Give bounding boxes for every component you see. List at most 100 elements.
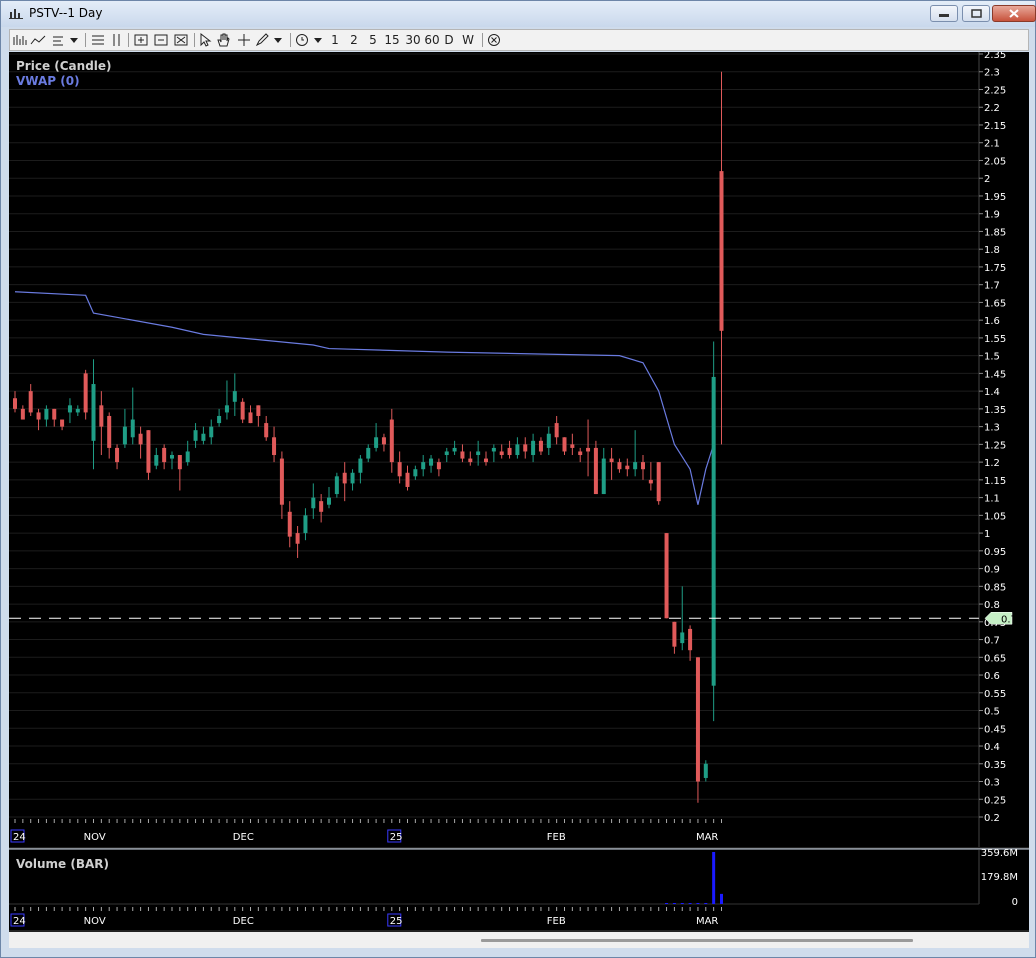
- candle-body: [719, 171, 724, 331]
- price-tick-label: 1.5: [984, 352, 1000, 363]
- time-axis-label: NOV: [84, 916, 106, 927]
- price-tick-label: 2.3: [984, 68, 1000, 79]
- bar-chart-icon[interactable]: [12, 32, 28, 48]
- time-axis-label: DEC: [233, 832, 254, 843]
- scrollbar-thumb[interactable]: [481, 939, 913, 942]
- title-bar[interactable]: PSTV--1 Day: [1, 1, 1036, 27]
- candle: [366, 444, 371, 463]
- candle-body: [342, 472, 347, 484]
- interval-5-button[interactable]: 5: [366, 32, 380, 48]
- candle-body: [421, 462, 426, 470]
- candle-body: [617, 462, 622, 470]
- candle: [303, 508, 308, 541]
- clear-circle-x-icon[interactable]: [486, 32, 502, 48]
- time-axis-label: 24: [13, 832, 26, 843]
- interval-clock-icon[interactable]: [294, 32, 310, 48]
- candle-body: [688, 628, 693, 651]
- candle: [334, 472, 339, 498]
- price-tick-label: 2.15: [984, 121, 1006, 132]
- chart-type-dropdown-icon[interactable]: [68, 32, 80, 48]
- horizontal-layout-icon[interactable]: [90, 32, 106, 48]
- candle-body: [452, 447, 457, 452]
- vertical-layout-icon[interactable]: [110, 32, 124, 48]
- hand-pan-icon[interactable]: [216, 32, 230, 48]
- zoom-in-icon[interactable]: [133, 32, 149, 48]
- price-tick-label: 0.65: [984, 653, 1006, 664]
- price-tick-label: 0.2: [984, 813, 1000, 824]
- toolbar-separator: [482, 33, 483, 47]
- candle: [672, 621, 677, 654]
- candle: [578, 447, 583, 463]
- draw-pencil-icon[interactable]: [255, 32, 269, 48]
- candle: [546, 426, 551, 456]
- crosshair-icon[interactable]: [236, 32, 252, 48]
- toolbar-separator: [194, 33, 195, 47]
- close-button[interactable]: [992, 5, 1036, 22]
- candle: [444, 447, 449, 463]
- candle: [507, 440, 512, 459]
- maximize-button[interactable]: [962, 5, 990, 22]
- interval-30-button[interactable]: 30: [403, 32, 423, 48]
- chart-canvas[interactable]: 2.35 2.3 2.25 2.2 2.15 2.1 2.05 2 1.95 1.9 1.85 1.8…: [9, 50, 1029, 932]
- candle-body: [217, 415, 222, 424]
- price-tick-label: 1.4: [984, 387, 1000, 398]
- candle-body: [703, 763, 708, 778]
- candle-body: [209, 426, 214, 438]
- price-tick-label: 0.85: [984, 582, 1006, 593]
- price-tick-label: 0.7: [984, 636, 1000, 647]
- candle: [562, 437, 567, 456]
- candle: [146, 430, 151, 480]
- time-axis-label: 25: [390, 832, 403, 843]
- window-title: PSTV--1 Day: [29, 6, 103, 20]
- candle-body: [28, 391, 33, 413]
- price-tick-label: 1.7: [984, 281, 1000, 292]
- line-chart-icon[interactable]: [30, 32, 46, 48]
- candle-body: [664, 533, 669, 619]
- candle-body: [91, 384, 96, 441]
- candle-body: [122, 426, 127, 445]
- candle: [381, 433, 386, 452]
- candle: [264, 415, 269, 441]
- volume-bar: [680, 903, 684, 904]
- interval-daily-button[interactable]: D: [442, 32, 456, 48]
- time-axis-label: 25: [390, 916, 403, 927]
- vwap-line: [14, 291, 715, 505]
- candle-type-icon[interactable]: [50, 32, 66, 48]
- candle-body: [680, 632, 685, 644]
- candle: [499, 444, 504, 459]
- candle-body: [641, 462, 645, 470]
- candle-body: [170, 455, 174, 459]
- pointer-icon[interactable]: [198, 32, 212, 48]
- price-tick-label: 0.6: [984, 671, 1000, 682]
- candle: [248, 405, 253, 424]
- interval-dropdown-icon[interactable]: [312, 32, 324, 48]
- draw-dropdown-icon[interactable]: [272, 32, 284, 48]
- interval-1-button[interactable]: 1: [328, 32, 342, 48]
- volume-tick-label: 179.8M: [981, 872, 1018, 883]
- price-tick-label: 2.1: [984, 139, 1000, 150]
- candle-body: [177, 455, 182, 470]
- interval-15-button[interactable]: 15: [382, 32, 402, 48]
- zoom-out-icon[interactable]: [153, 32, 169, 48]
- price-tick-label: 0.5: [984, 707, 1000, 718]
- candle: [586, 419, 591, 477]
- price-tick-label: 1.95: [984, 192, 1006, 203]
- zoom-fit-icon[interactable]: [173, 32, 189, 48]
- volume-tick-label: 0: [1012, 897, 1018, 908]
- interval-weekly-button[interactable]: W: [460, 32, 476, 48]
- minimize-button[interactable]: [930, 5, 958, 22]
- volume-tick-label: 359.6M: [981, 848, 1018, 859]
- candle-body: [319, 501, 324, 512]
- candle-body: [311, 497, 316, 509]
- horizontal-scrollbar[interactable]: [9, 932, 1029, 948]
- chart-window: PSTV--1 Day 1 2 5 15 30 60 D W 2.35 2.3 …: [0, 0, 1036, 958]
- chart-area[interactable]: 2.35 2.3 2.25 2.2 2.15 2.1 2.05 2 1.95 1.9 1.85 1.8…: [9, 50, 1029, 932]
- volume-bar: [688, 903, 692, 904]
- crosshair-price-value: 0.76: [1001, 614, 1023, 625]
- candle-body: [413, 469, 418, 477]
- candle-body: [201, 433, 206, 441]
- interval-2-button[interactable]: 2: [347, 32, 361, 48]
- interval-60-button[interactable]: 60: [422, 32, 442, 48]
- price-tick-label: 2.35: [984, 52, 1006, 61]
- candle: [436, 458, 441, 477]
